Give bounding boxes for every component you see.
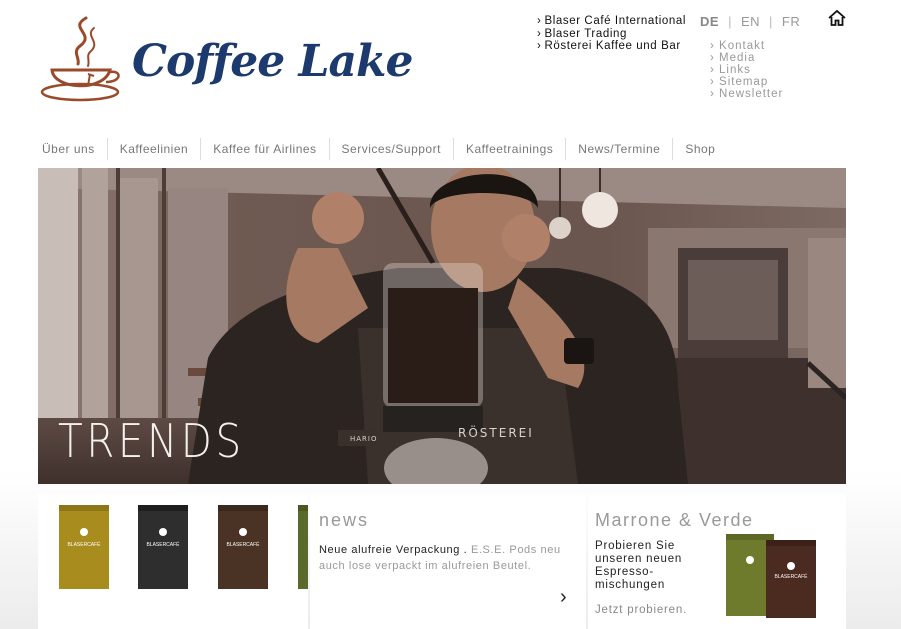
utility-links: Kontakt Media Links Sitemap Newsletter (710, 40, 783, 100)
top-link-blaser-trading[interactable]: Blaser Trading (537, 28, 686, 41)
apron-text: RÖSTEREI (458, 426, 534, 440)
coffee-cup-icon (40, 16, 120, 102)
hario-mark: HARIO (350, 435, 378, 443)
util-link-kontakt[interactable]: Kontakt (710, 40, 783, 52)
nav-services-support[interactable]: Services/Support (328, 138, 453, 160)
top-link-blaser-cafe[interactable]: Blaser Café International (537, 15, 686, 28)
lang-fr[interactable]: FR (782, 14, 800, 29)
nav-kaffee-fuer-airlines[interactable]: Kaffee für Airlines (200, 138, 328, 160)
news-lead[interactable]: Neue alufreie Verpackung . (319, 544, 467, 556)
util-link-links[interactable]: Links (710, 64, 783, 76)
top-links: Blaser Café International Blaser Trading… (537, 15, 686, 53)
logo[interactable]: Coffee Lake (38, 14, 413, 106)
coffee-bags-image: BLASERCAFÉ (726, 534, 816, 618)
promo-panel[interactable]: Marrone & Verde Probieren Sie unseren ne… (588, 494, 846, 629)
nav-news-termine[interactable]: News/Termine (565, 138, 672, 160)
svg-text:BLASERCAFÉ: BLASERCAFÉ (67, 541, 101, 548)
news-title: news (319, 510, 370, 530)
svg-text:BLASERCAFÉ: BLASERCAFÉ (774, 573, 808, 580)
coffee-bag-icon: BLASERCAFÉ (138, 505, 188, 589)
svg-text:BLASERCAFÉ: BLASERCAFÉ (146, 541, 180, 548)
hero-title: TRENDS (58, 414, 245, 468)
promo-text: Probieren Sie unseren neuen Espresso-mis… (595, 540, 683, 591)
news-panel: news Neue alufreie Verpackung . E.S.E. P… (310, 494, 586, 629)
promo-link[interactable]: Jetzt probieren. (595, 604, 687, 616)
lang-separator: | (728, 14, 732, 29)
brand-name: Coffee Lake (132, 36, 413, 87)
product-carousel[interactable]: BLASERCAFÉ BLASERCAFÉ BLASERCAFÉ (38, 494, 308, 629)
coffee-bag-icon (298, 505, 308, 589)
util-link-media[interactable]: Media (710, 52, 783, 64)
promo-title: Marrone & Verde (595, 510, 754, 530)
main-navigation: Über uns Kaffeelinien Kaffee für Airline… (36, 138, 727, 160)
nav-ueber-uns[interactable]: Über uns (36, 138, 107, 160)
nav-kaffeetrainings[interactable]: Kaffeetrainings (452, 138, 565, 160)
chevron-right-icon[interactable]: › (560, 586, 567, 609)
lang-separator: | (769, 14, 773, 29)
top-link-roesterei[interactable]: Rösterei Kaffee und Bar (537, 40, 686, 53)
svg-text:BLASERCAFÉ: BLASERCAFÉ (226, 541, 260, 548)
news-text: Neue alufreie Verpackung . E.S.E. Pods n… (319, 542, 569, 574)
util-link-newsletter[interactable]: Newsletter (710, 88, 783, 100)
home-icon[interactable] (827, 9, 847, 27)
util-link-sitemap[interactable]: Sitemap (710, 76, 783, 88)
nav-shop[interactable]: Shop (672, 138, 727, 160)
lang-de[interactable]: DE (700, 14, 719, 29)
coffee-bag-icon: BLASERCAFÉ (218, 505, 268, 589)
coffee-bag-icon: BLASERCAFÉ (59, 505, 109, 589)
nav-kaffeelinien[interactable]: Kaffeelinien (106, 138, 201, 160)
lang-en[interactable]: EN (741, 14, 760, 29)
hero-banner[interactable]: RÖSTEREI HARIO TRENDS (38, 168, 846, 484)
language-switcher: DE | EN | FR (700, 14, 800, 29)
